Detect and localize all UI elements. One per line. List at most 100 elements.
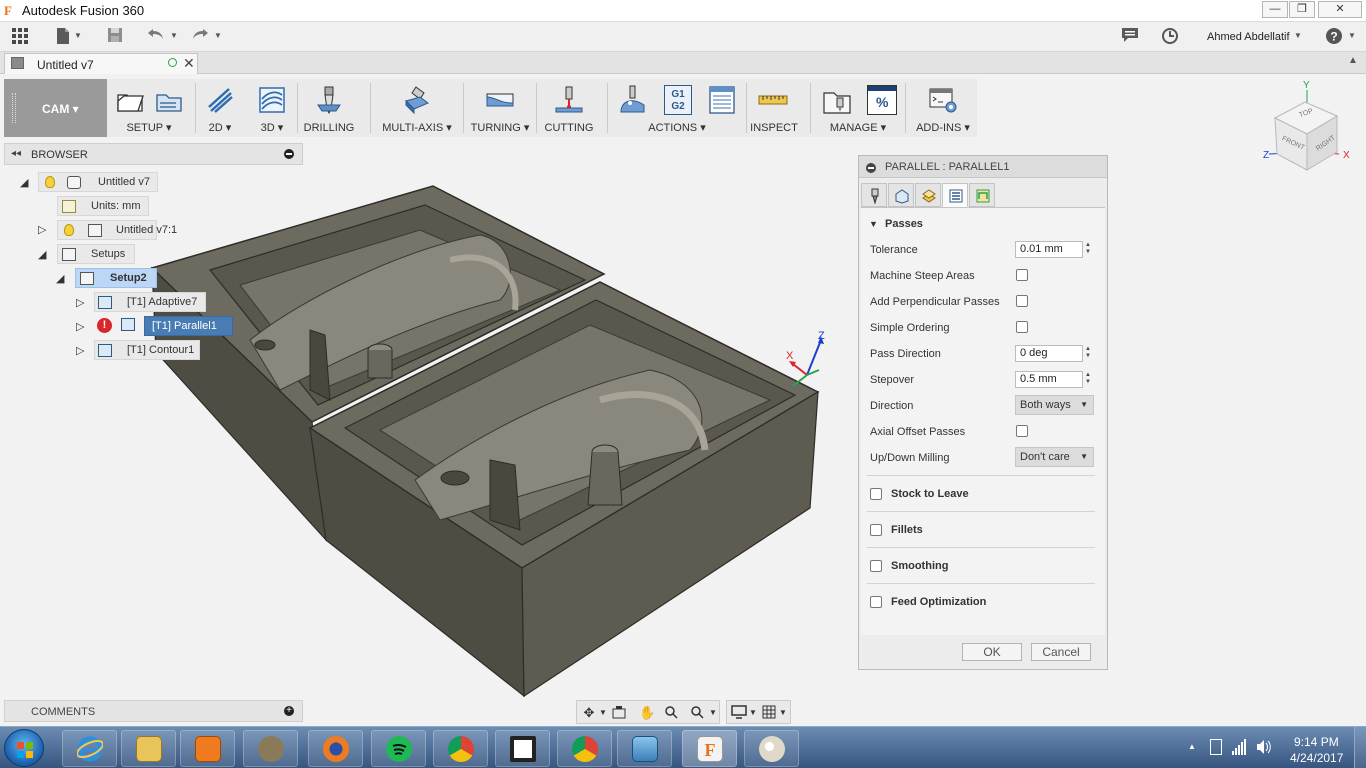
smoothing-checkbox[interactable] xyxy=(870,560,882,572)
pass-direction-spinner-icon[interactable]: ▲ ▼ xyxy=(1085,346,1091,360)
setup-sheet-icon[interactable] xyxy=(707,85,737,115)
zoom-icon[interactable] xyxy=(663,705,679,721)
tree-toggle-adaptive[interactable]: ▷ xyxy=(76,296,84,309)
measure-icon[interactable] xyxy=(758,85,788,115)
view-cube[interactable]: TOP FRONT RIGHT Y Z X xyxy=(1255,80,1355,185)
tab-linking[interactable] xyxy=(969,183,995,207)
drill-icon[interactable] xyxy=(314,85,344,115)
ribbon-group-cutting[interactable]: CUTTING xyxy=(541,79,597,137)
ribbon-group-add-ins[interactable]: ADD-INS ▾ xyxy=(910,79,976,137)
start-button[interactable] xyxy=(4,729,44,767)
taskbar-paint[interactable] xyxy=(744,730,799,767)
workspace-switcher-button[interactable]: CAM ▾ xyxy=(4,79,107,137)
2d-adaptive-icon[interactable] xyxy=(205,85,235,115)
tray-expand-icon[interactable]: ▲ xyxy=(1188,742,1196,751)
show-desktop-button[interactable] xyxy=(1354,727,1366,768)
tree-node-root[interactable]: Untitled v7 xyxy=(38,172,158,192)
ribbon-group-2d[interactable]: 2D ▾ xyxy=(200,79,240,137)
3d-adaptive-icon[interactable] xyxy=(257,85,287,115)
tree-toggle-parallel[interactable]: ▷ xyxy=(76,320,84,333)
steep-areas-checkbox[interactable] xyxy=(1016,269,1028,281)
tab-geometry[interactable] xyxy=(888,183,914,207)
tree-node-adaptive[interactable]: [T1] Adaptive7 xyxy=(94,292,206,312)
tree-node-setups[interactable]: Setups xyxy=(57,244,135,264)
cancel-button[interactable]: Cancel xyxy=(1031,643,1091,661)
grid-caret-icon[interactable]: ▼ xyxy=(775,705,791,721)
taskbar-photo-viewer[interactable] xyxy=(617,730,672,767)
tree-toggle-contour[interactable]: ▷ xyxy=(76,344,84,357)
volume-icon[interactable] xyxy=(1256,739,1272,758)
maximize-button[interactable]: ❐ xyxy=(1289,1,1315,18)
part-model-3d[interactable] xyxy=(150,180,830,700)
tab-tool[interactable] xyxy=(861,183,887,207)
minimize-button[interactable]: — xyxy=(1262,1,1288,18)
stock-to-leave-checkbox[interactable] xyxy=(870,488,882,500)
taskbar-chrome-2[interactable] xyxy=(557,730,612,767)
post-process-gcode-icon[interactable]: G1 G2 xyxy=(664,85,692,115)
fillets-checkbox[interactable] xyxy=(870,524,882,536)
tolerance-spinner-icon[interactable]: ▲ ▼ xyxy=(1085,242,1091,256)
dialog-collapse-icon[interactable] xyxy=(866,163,876,173)
undo-icon[interactable] xyxy=(146,27,166,47)
simulate-icon[interactable] xyxy=(618,85,648,115)
user-menu-caret-icon[interactable]: ▼ xyxy=(1294,31,1302,40)
feed-optimization-checkbox[interactable] xyxy=(870,596,882,608)
taskbar-clock-time[interactable]: 9:14 PM xyxy=(1294,735,1339,749)
pass-direction-input[interactable]: 0 deg xyxy=(1015,345,1083,362)
tree-node-parallel[interactable]: [T1] Parallel1 xyxy=(144,316,233,336)
tree-node-setup2[interactable]: Setup2 xyxy=(75,268,157,288)
taskbar-clock-date[interactable]: 4/24/2017 xyxy=(1290,751,1343,765)
simple-ordering-checkbox[interactable] xyxy=(1016,321,1028,333)
ribbon-group-setup[interactable]: SETUP ▾ xyxy=(110,79,188,137)
close-button[interactable]: ✕ xyxy=(1318,1,1362,18)
job-status-clock-icon[interactable] xyxy=(1161,27,1179,47)
taskbar-file-explorer[interactable] xyxy=(121,730,176,767)
dialog-header[interactable]: PARALLEL : PARALLEL1 xyxy=(859,156,1107,178)
look-at-icon[interactable] xyxy=(611,705,627,721)
scripts-addins-icon[interactable] xyxy=(928,85,958,115)
tray-device-icon[interactable] xyxy=(1210,739,1222,755)
display-caret-icon[interactable]: ▼ xyxy=(745,705,761,721)
templates-percent-icon[interactable]: % xyxy=(867,85,897,115)
ribbon-group-drilling[interactable]: DRILLING xyxy=(302,79,356,137)
tree-node-component[interactable]: Untitled v7:1 xyxy=(57,220,177,240)
save-icon[interactable] xyxy=(106,27,124,47)
zoom-caret-icon[interactable]: ▼ xyxy=(705,705,721,721)
browser-minimize-icon[interactable] xyxy=(284,149,294,159)
ribbon-group-turning[interactable]: TURNING ▾ xyxy=(468,79,532,137)
file-menu-caret-icon[interactable]: ▼ xyxy=(74,31,82,40)
taskbar-internet-explorer[interactable] xyxy=(62,730,117,767)
network-signal-icon[interactable] xyxy=(1232,739,1246,758)
data-panel-grid-icon[interactable] xyxy=(10,27,30,47)
taskbar-app-frame[interactable] xyxy=(495,730,550,767)
tree-toggle-setups[interactable]: ◢ xyxy=(38,248,46,261)
ribbon-group-multi-axis[interactable]: MULTI-AXIS ▾ xyxy=(375,79,459,137)
redo-caret-icon[interactable]: ▼ xyxy=(214,31,222,40)
stepover-spinner-icon[interactable]: ▲ ▼ xyxy=(1085,372,1091,386)
browser-panel-header[interactable]: ◂◂ BROWSER xyxy=(4,143,303,165)
tree-node-contour[interactable]: [T1] Contour1 xyxy=(94,340,200,360)
ribbon-group-manage[interactable]: % MANAGE ▾ xyxy=(815,79,901,137)
direction-select[interactable]: Both ways ▼ xyxy=(1015,395,1094,415)
add-comment-icon[interactable]: + xyxy=(284,706,294,716)
fit-icon[interactable] xyxy=(689,705,705,721)
perpendicular-passes-checkbox[interactable] xyxy=(1016,295,1028,307)
updown-milling-select[interactable]: Don't care ▼ xyxy=(1015,447,1094,467)
comments-panel-header[interactable]: COMMENTS + xyxy=(4,700,303,722)
tool-library-icon[interactable] xyxy=(822,85,852,115)
taskbar-gimp[interactable] xyxy=(243,730,298,767)
browser-collapse-icon[interactable]: ◂◂ xyxy=(11,148,21,159)
new-setup-icon[interactable] xyxy=(115,85,145,115)
redo-icon[interactable] xyxy=(190,27,210,47)
close-tab-icon[interactable]: ✕ xyxy=(183,55,195,72)
canvas-viewport[interactable]: Z X xyxy=(0,140,1366,726)
cutting-icon[interactable] xyxy=(554,85,584,115)
axial-offset-checkbox[interactable] xyxy=(1016,425,1028,437)
operation-error-icon[interactable]: ! xyxy=(97,318,112,333)
ribbon-group-inspect[interactable]: INSPECT xyxy=(750,79,798,137)
tree-node-units[interactable]: Units: mm xyxy=(57,196,149,216)
tab-heights[interactable] xyxy=(915,183,941,207)
tolerance-input[interactable]: 0.01 mm xyxy=(1015,241,1083,258)
document-tab[interactable]: Untitled v7 ✕ xyxy=(4,53,198,74)
taskbar-chrome[interactable] xyxy=(433,730,488,767)
